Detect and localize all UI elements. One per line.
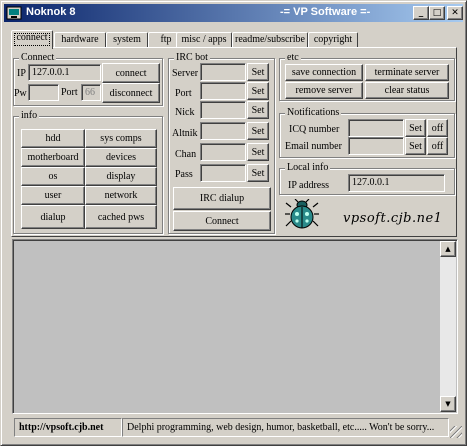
- main-window: Noknok 8 -= VP Software =- _ □ ✕ connect…: [0, 0, 467, 446]
- irc-altnik-label: Altnik: [172, 128, 198, 139]
- irc-port-label: Port: [175, 88, 192, 99]
- cached-pws-button[interactable]: cached pws: [85, 205, 157, 229]
- close-button[interactable]: ✕: [447, 6, 463, 20]
- irc-pass-input[interactable]: [200, 164, 246, 182]
- terminate-server-button[interactable]: terminate server: [365, 64, 449, 81]
- local-info-group-label: Local info: [285, 162, 331, 174]
- irc-nick-set-button[interactable]: Set: [247, 101, 269, 119]
- dialup-button[interactable]: dialup: [21, 205, 85, 229]
- title-bar[interactable]: Noknok 8 -= VP Software =- _ □ ✕: [4, 4, 463, 22]
- log-scrollbar[interactable]: ▲ ▼: [440, 241, 456, 412]
- app-icon: [6, 6, 22, 20]
- icq-number-label: ICQ number: [289, 124, 340, 135]
- sys-comps-button[interactable]: sys comps: [85, 129, 157, 148]
- irc-pass-label: Pass: [175, 169, 193, 180]
- icq-set-button[interactable]: Set: [405, 119, 426, 137]
- user-button[interactable]: user: [21, 186, 85, 205]
- password-input[interactable]: [28, 84, 59, 101]
- irc-chan-label: Chan: [175, 149, 197, 160]
- network-button[interactable]: network: [85, 186, 157, 205]
- ip-input[interactable]: 127.0.0.1: [28, 64, 101, 81]
- maximize-button[interactable]: □: [429, 6, 445, 20]
- brand-text: vpsoft.cjb.ne1: [343, 211, 443, 226]
- save-connection-button[interactable]: save connection: [285, 64, 363, 81]
- window-subtitle: -= VP Software =-: [280, 6, 371, 18]
- disconnect-button[interactable]: disconnect: [102, 83, 160, 103]
- tab-readme-subscribe[interactable]: readme/subscribe: [232, 32, 308, 48]
- icq-number-input[interactable]: [348, 119, 404, 137]
- tab-misc-apps[interactable]: misc / apps: [176, 32, 232, 48]
- status-log[interactable]: ▲ ▼: [12, 239, 458, 414]
- resize-grip[interactable]: [450, 426, 462, 438]
- irc-altnik-set-button[interactable]: Set: [247, 122, 269, 140]
- irc-chan-set-button[interactable]: Set: [247, 143, 269, 161]
- minimize-button[interactable]: _: [413, 6, 429, 20]
- devices-button[interactable]: devices: [85, 148, 157, 167]
- scroll-up-button[interactable]: ▲: [440, 241, 456, 257]
- irc-connect-button[interactable]: Connect: [173, 211, 271, 231]
- connect-group-label: Connect: [19, 52, 57, 64]
- irc-nick-input[interactable]: [200, 101, 246, 119]
- irc-server-label: Server: [172, 68, 199, 79]
- email-number-label: Email number: [285, 141, 342, 152]
- email-off-button[interactable]: off: [427, 137, 448, 155]
- irc-server-set-button[interactable]: Set: [247, 63, 269, 81]
- email-set-button[interactable]: Set: [405, 137, 426, 155]
- tab-system[interactable]: system: [106, 32, 148, 48]
- info-group-label: info: [19, 110, 40, 122]
- irc-pass-set-button[interactable]: Set: [247, 164, 269, 182]
- bug-icon: [285, 199, 319, 229]
- tab-hardware[interactable]: hardware: [54, 32, 106, 48]
- status-url[interactable]: http://vpsoft.cjb.net: [14, 418, 122, 437]
- local-ip-field: 127.0.0.1: [348, 174, 445, 192]
- local-ip-label: IP address: [288, 180, 330, 191]
- connect-button[interactable]: connect: [102, 63, 160, 83]
- irc-port-set-button[interactable]: Set: [247, 82, 269, 100]
- motherboard-button[interactable]: motherboard: [21, 148, 85, 167]
- irc-chan-input[interactable]: [200, 143, 246, 161]
- port-input[interactable]: 66: [81, 84, 101, 101]
- etc-group-label: etc: [285, 52, 301, 64]
- irc-port-input[interactable]: [200, 82, 246, 100]
- irc-nick-label: Nick: [175, 107, 195, 118]
- irc-altnik-input[interactable]: [200, 122, 246, 140]
- notifications-group-label: Notifications: [285, 107, 342, 119]
- irc-server-input[interactable]: [200, 63, 246, 81]
- ip-label: IP: [17, 68, 26, 79]
- remove-server-button[interactable]: remove server: [285, 82, 363, 99]
- port-label: Port: [61, 87, 78, 98]
- clear-status-button[interactable]: clear status: [365, 82, 449, 99]
- hdd-button[interactable]: hdd: [21, 129, 85, 148]
- pw-label: Pw: [14, 88, 27, 99]
- email-number-input[interactable]: [348, 137, 404, 155]
- scroll-down-button[interactable]: ▼: [440, 396, 456, 412]
- status-bar: http://vpsoft.cjb.net Delphi programming…: [4, 418, 463, 441]
- display-button[interactable]: display: [85, 167, 157, 186]
- status-message: Delphi programming, web design, humor, b…: [122, 418, 449, 437]
- window-title: Noknok 8: [26, 6, 76, 18]
- tab-connect[interactable]: connect: [11, 30, 53, 49]
- tab-copyright[interactable]: copyright: [308, 32, 358, 48]
- icq-off-button[interactable]: off: [427, 119, 448, 137]
- irc-dialup-button[interactable]: IRC dialup: [173, 187, 271, 210]
- os-button[interactable]: os: [21, 167, 85, 186]
